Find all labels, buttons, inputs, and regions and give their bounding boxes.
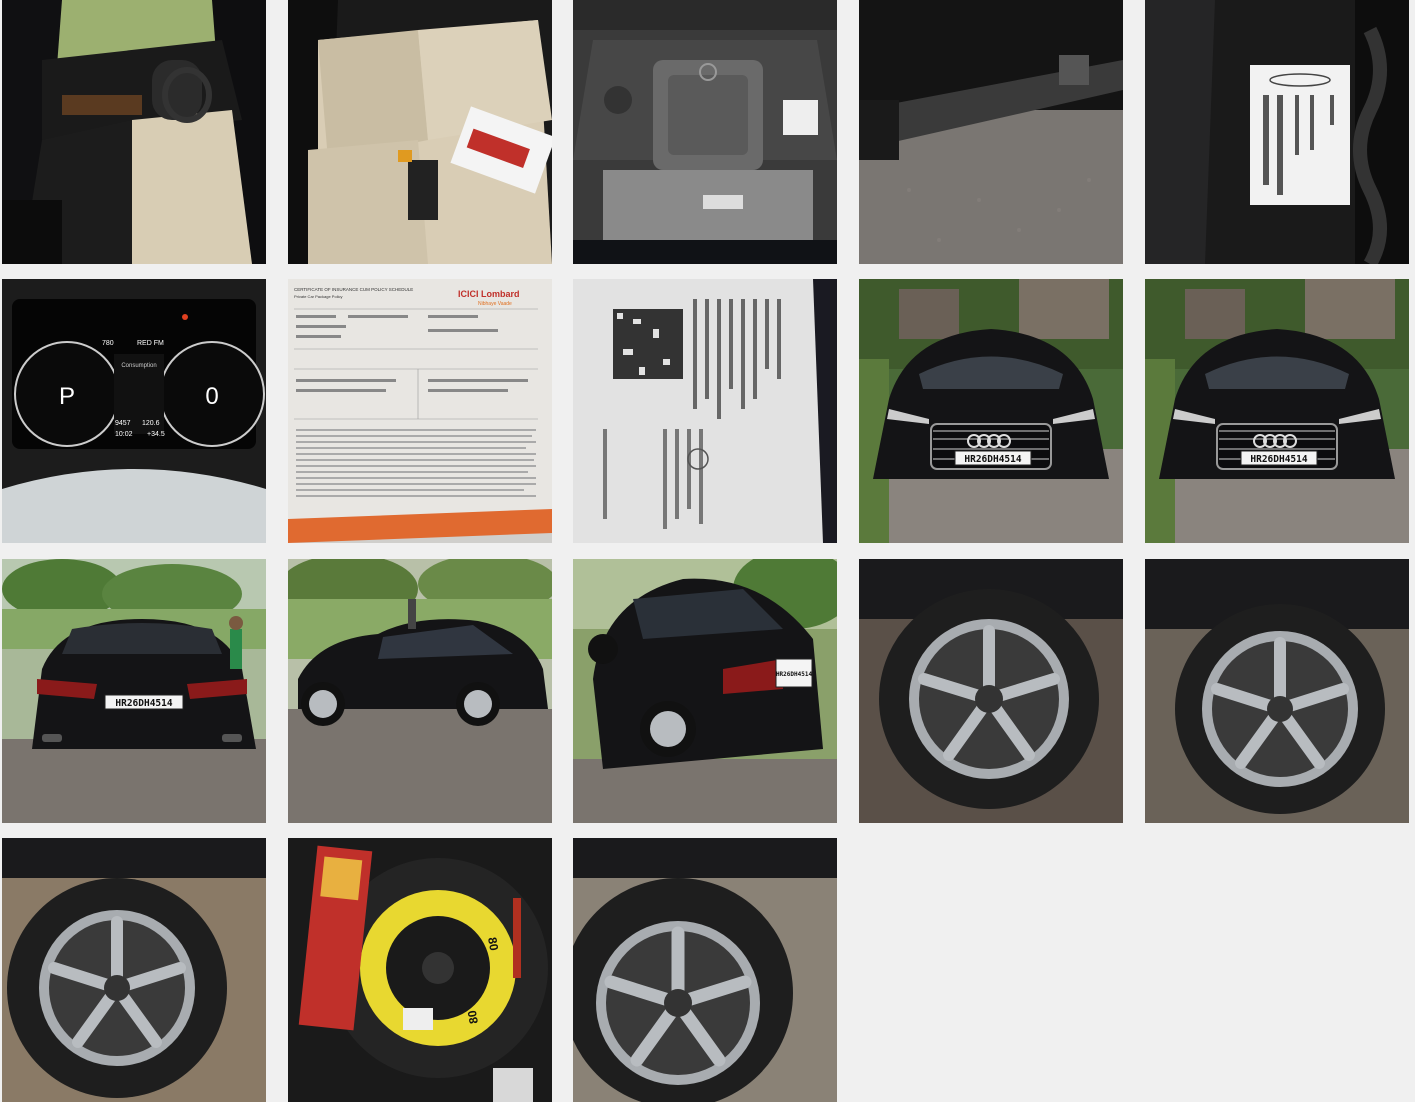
front-plate-text: HR26DH4514 [964,454,1021,465]
cluster-odometer: 9457 [115,420,131,427]
spare-tag-right: 80 [465,1009,481,1025]
insurance-tagline: Nibhaye Vaade [478,301,512,307]
cluster-time: 10:02 [115,431,133,438]
photo-engine-bay[interactable] [573,0,837,264]
spare-tag-left: 80 [485,936,501,952]
photo-instrument-cluster[interactable]: P 0 Consumption RED FM 780 9457 120.6 10… [2,279,266,543]
photo-wheel-rear-right[interactable] [573,838,837,1102]
photo-wheel-rear-left[interactable] [1145,559,1409,823]
photo-front-view-2[interactable]: HR26DH4514 [1145,279,1409,543]
insurance-sub: Private Car Package Policy [294,294,342,299]
photo-underbody-ground[interactable] [859,0,1123,264]
photo-registration-document[interactable] [573,279,837,543]
cluster-temp: +34.5 [147,431,165,438]
front-plate-text-2: HR26DH4514 [1250,454,1307,465]
photo-insurance-certificate[interactable]: ICICI Lombard Nibhaye Vaade CERTIFICATE … [288,279,552,543]
rear-quarter-plate-text: HR26DH4514 [776,671,813,678]
gear-indicator: P [59,383,75,410]
photo-wheel-front-left[interactable] [859,559,1123,823]
insurance-header: CERTIFICATE OF INSURANCE CUM POLICY SCHE… [294,287,413,292]
photo-rear-quarter-view[interactable]: HR26DH4514 [573,559,837,823]
cluster-range: 780 [102,340,114,347]
cluster-trip: 120.6 [142,420,160,427]
photo-rear-view[interactable]: HR26DH4514 [2,559,266,823]
photo-wheel-front-right[interactable] [2,838,266,1102]
photo-door-pillar-vin-label[interactable] [1145,0,1409,264]
cluster-center-title: Consumption [121,363,156,369]
speed-indicator: 0 [205,383,218,410]
photo-front-view[interactable]: HR26DH4514 [859,279,1123,543]
photo-spare-wheel-boot[interactable]: 80 80 [288,838,552,1102]
photo-front-cabin-interior[interactable] [2,0,266,264]
rear-plate-text: HR26DH4514 [115,698,172,709]
cluster-radio: RED FM [137,340,164,347]
photo-gallery: P 0 Consumption RED FM 780 9457 120.6 10… [0,0,1415,1102]
photo-side-view[interactable] [288,559,552,823]
insurance-brand: ICICI Lombard [458,289,520,299]
photo-rear-seats[interactable] [288,0,552,264]
